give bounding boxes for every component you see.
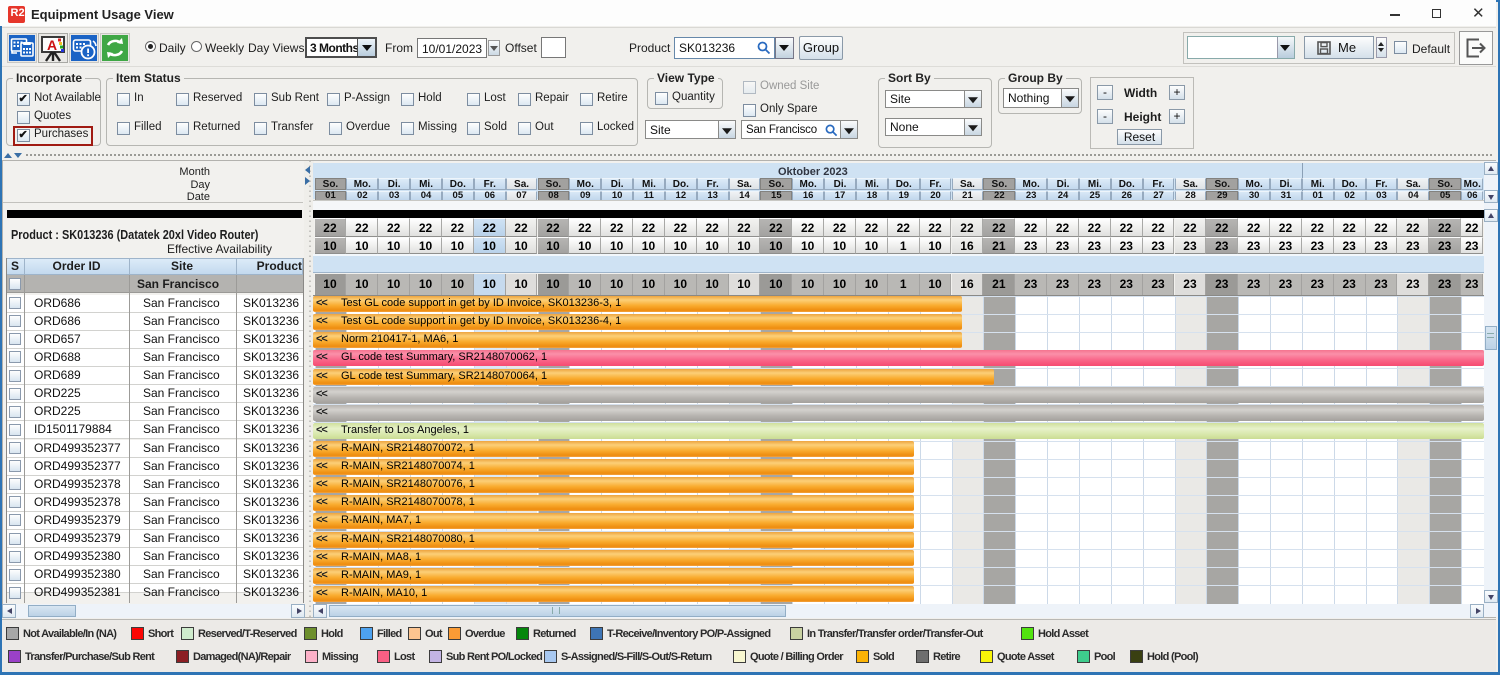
svg-text:A: A: [47, 37, 57, 53]
